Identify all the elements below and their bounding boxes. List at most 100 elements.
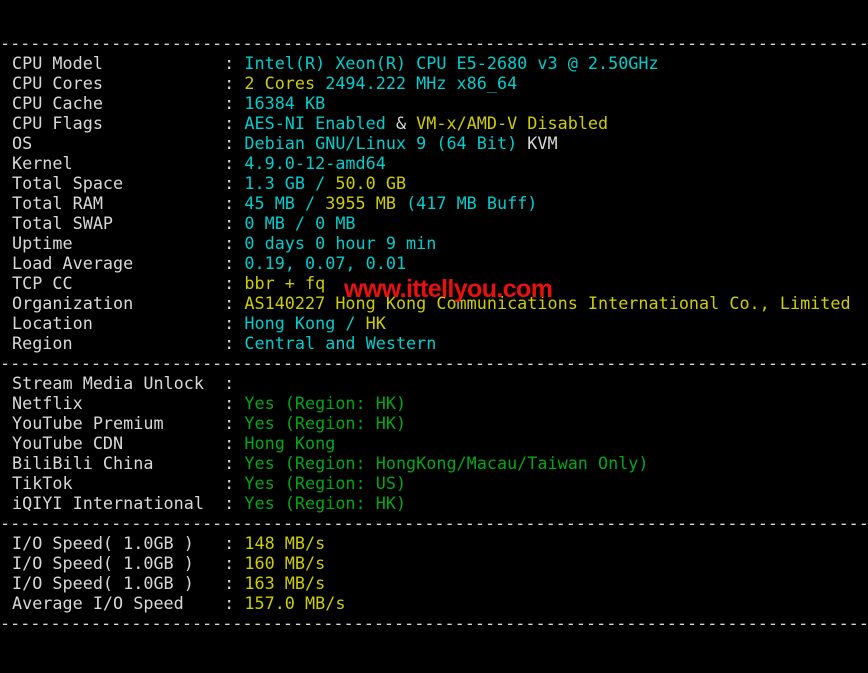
row-label: OS xyxy=(12,133,225,153)
info-row: TikTok : Yes (Region: US) xyxy=(0,473,868,493)
info-row: Location : Hong Kong / HK xyxy=(0,313,868,333)
row-label: Organization xyxy=(12,293,225,313)
row-colon: : xyxy=(224,393,245,413)
row-value-segment: Debian GNU/Linux 9 (64 Bit) xyxy=(244,133,528,153)
row-colon: : xyxy=(224,153,245,173)
row-value-segment: 0.19, 0.07, 0.01 xyxy=(244,253,407,273)
row-value-segment: 0 days 0 hour 9 min xyxy=(244,233,437,253)
row-colon: : xyxy=(224,253,245,273)
row-colon: : xyxy=(224,93,245,113)
row-colon: : xyxy=(224,73,245,93)
row-value-segment: 148 MB/s xyxy=(244,533,326,553)
row-value-segment: Yes (Region: HK) xyxy=(244,413,407,433)
row-colon: : xyxy=(224,373,245,393)
row-value-segment: AES-NI Enabled xyxy=(244,113,396,133)
row-value-segment: / xyxy=(305,193,326,213)
row-label: BiliBili China xyxy=(12,453,225,473)
row-label: Total RAM xyxy=(12,193,225,213)
row-label: YouTube CDN xyxy=(12,433,225,453)
info-row: Uptime : 0 days 0 hour 9 min xyxy=(0,233,868,253)
info-row: CPU Cache : 16384 KB xyxy=(0,93,868,113)
row-value-segment: 163 MB/s xyxy=(244,573,326,593)
row-value-segment: Hong Kong xyxy=(244,433,336,453)
info-row: iQIYI International : Yes (Region: HK) xyxy=(0,493,868,513)
row-colon: : xyxy=(224,493,245,513)
row-value-segment: bbr + fq xyxy=(244,273,326,293)
row-label: I/O Speed( 1.0GB ) xyxy=(12,553,225,573)
row-colon: : xyxy=(224,293,245,313)
row-colon: : xyxy=(224,433,245,453)
row-colon: : xyxy=(224,173,245,193)
row-label: I/O Speed( 1.0GB ) xyxy=(12,573,225,593)
row-colon: : xyxy=(224,113,245,133)
row-colon: : xyxy=(224,233,245,253)
info-row: CPU Flags : AES-NI Enabled & VM-x/AMD-V … xyxy=(0,113,868,133)
row-value-segment: (417 MB Buff) xyxy=(406,193,538,213)
row-value-segment: 2494.222 MHz x86_64 xyxy=(325,73,518,93)
info-row: Region : Central and Western xyxy=(0,333,868,353)
row-label: CPU Cache xyxy=(12,93,225,113)
row-label: Total SWAP xyxy=(12,213,225,233)
row-value-segment: 16384 KB xyxy=(244,93,326,113)
row-value-segment: Hong Kong / xyxy=(244,313,366,333)
row-label: TikTok xyxy=(12,473,225,493)
row-value-segment: / xyxy=(315,173,336,193)
row-label: Kernel xyxy=(12,153,225,173)
terminal-lines: ----------------------------------------… xyxy=(0,33,868,633)
info-row: YouTube CDN : Hong Kong xyxy=(0,433,868,453)
row-label: CPU Cores xyxy=(12,73,225,93)
row-colon: : xyxy=(224,533,245,553)
row-value-segment: Intel(R) Xeon(R) CPU E5-2680 v3 @ 2.50GH… xyxy=(244,53,659,73)
site-watermark: www.ittellyou.com xyxy=(344,275,553,303)
row-colon: : xyxy=(224,573,245,593)
row-colon: : xyxy=(224,333,245,353)
info-row: OS : Debian GNU/Linux 9 (64 Bit) KVM xyxy=(0,133,868,153)
info-row: YouTube Premium : Yes (Region: HK) xyxy=(0,413,868,433)
info-row: Load Average : 0.19, 0.07, 0.01 xyxy=(0,253,868,273)
row-label: Netflix xyxy=(12,393,225,413)
row-colon: : xyxy=(224,213,245,233)
row-label: Stream Media Unlock xyxy=(12,373,225,393)
row-label: CPU Model xyxy=(12,53,225,73)
row-colon: : xyxy=(224,473,245,493)
separator-line-1: ----------------------------------------… xyxy=(0,353,868,373)
row-value-segment: 45 MB xyxy=(244,193,306,213)
row-value-segment: 3955 MB xyxy=(325,193,407,213)
row-label: YouTube Premium xyxy=(12,413,225,433)
row-value-segment: 0 MB / 0 MB xyxy=(244,213,356,233)
row-value-segment: Yes (Region: HongKong/Macau/Taiwan Only) xyxy=(244,453,649,473)
row-label: Average I/O Speed xyxy=(12,593,225,613)
info-row: Total Space : 1.3 GB / 50.0 GB xyxy=(0,173,868,193)
row-colon: : xyxy=(224,313,245,333)
info-row: Total RAM : 45 MB / 3955 MB (417 MB Buff… xyxy=(0,193,868,213)
row-label: TCP CC xyxy=(12,273,225,293)
row-colon: : xyxy=(224,133,245,153)
row-label: Location xyxy=(12,313,225,333)
row-label: CPU Flags xyxy=(12,113,225,133)
row-value-segment: 1.3 GB xyxy=(244,173,316,193)
info-row: Netflix : Yes (Region: HK) xyxy=(0,393,868,413)
info-row: I/O Speed( 1.0GB ) : 160 MB/s xyxy=(0,553,868,573)
row-label: Total Space xyxy=(12,173,225,193)
row-label: Region xyxy=(12,333,225,353)
info-row: I/O Speed( 1.0GB ) : 148 MB/s xyxy=(0,533,868,553)
info-row: Total SWAP : 0 MB / 0 MB xyxy=(0,213,868,233)
row-colon: : xyxy=(224,553,245,573)
row-value-segment: 157.0 MB/s xyxy=(244,593,346,613)
row-colon: : xyxy=(224,413,245,433)
info-row: CPU Cores : 2 Cores 2494.222 MHz x86_64 xyxy=(0,73,868,93)
info-row: BiliBili China : Yes (Region: HongKong/M… xyxy=(0,453,868,473)
separator-line-end: ----------------------------------------… xyxy=(0,613,868,633)
row-colon: : xyxy=(224,453,245,473)
row-value-segment: Yes (Region: US) xyxy=(244,473,407,493)
row-colon: : xyxy=(224,193,245,213)
info-row: I/O Speed( 1.0GB ) : 163 MB/s xyxy=(0,573,868,593)
row-colon: : xyxy=(224,593,245,613)
separator-line-0: ----------------------------------------… xyxy=(0,33,868,53)
row-label: Load Average xyxy=(12,253,225,273)
terminal-content: ----------------------------------------… xyxy=(0,0,868,673)
row-colon: : xyxy=(224,53,245,73)
row-colon: : xyxy=(224,273,245,293)
row-label: Uptime xyxy=(12,233,225,253)
row-value-segment: Central and Western xyxy=(244,333,437,353)
